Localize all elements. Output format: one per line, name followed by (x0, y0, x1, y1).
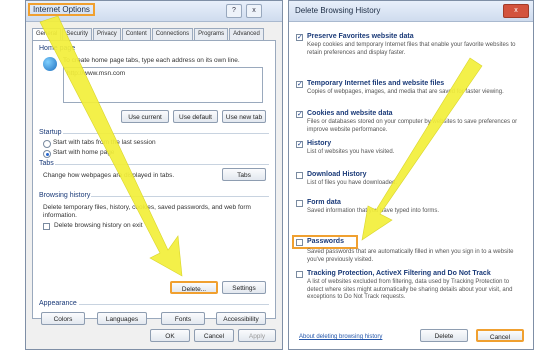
tabs-settings-button[interactable]: Tabs (222, 168, 266, 181)
tracking-protection-title: Tracking Protection, ActiveX Filtering a… (307, 270, 491, 277)
form-data-checkbox[interactable] (296, 200, 303, 207)
cancel-button[interactable]: Cancel (194, 329, 234, 342)
passwords-checkbox[interactable] (296, 239, 303, 246)
cookies-checkbox[interactable]: ✓ (296, 111, 303, 118)
download-history-desc: List of files you have downloaded. (307, 180, 398, 186)
tab-connections[interactable]: Connections (151, 28, 194, 40)
passwords-desc: Saved passwords that are automatically f… (307, 249, 514, 263)
internet-options-title: Internet Options (28, 3, 95, 16)
preserve-favorites-desc: Keep cookies and temporary Internet file… (307, 42, 516, 56)
browsing-history-text: Delete temporary files, history, cookies… (43, 204, 251, 219)
home-page-label: Home page (39, 45, 76, 52)
delete-history-title: Delete Browsing History (295, 6, 381, 15)
use-new-tab-button[interactable]: Use new tab (222, 110, 266, 123)
about-deleting-history-link[interactable]: About deleting browsing history (299, 334, 382, 340)
tracking-protection-desc: A list of websites excluded from filteri… (307, 279, 513, 300)
history-desc: List of websites you have visited. (307, 149, 395, 155)
home-page-hint: To create home page tabs, type each addr… (63, 57, 240, 64)
divider (79, 304, 269, 305)
history-settings-button[interactable]: Settings (222, 281, 266, 294)
globe-icon (43, 57, 57, 71)
internet-options-body: General Security Privacy Content Connect… (26, 22, 282, 349)
use-default-button[interactable]: Use default (173, 110, 218, 123)
delete-on-exit-label: Delete browsing history on exit (54, 222, 143, 229)
internet-options-titlebar: Internet Options ? x (26, 1, 282, 22)
cookies-desc: Files or databases stored on your comput… (307, 119, 518, 133)
close-button[interactable]: x (246, 4, 262, 18)
delete-history-titlebar: Delete Browsing History x (289, 1, 533, 22)
accessibility-button[interactable]: Accessibility (216, 312, 266, 325)
startup-home-page-radio[interactable] (43, 150, 51, 158)
ok-button[interactable]: OK (150, 329, 190, 342)
tab-strip: General Security Privacy Content Connect… (32, 28, 276, 41)
temp-files-checkbox[interactable]: ✓ (296, 81, 303, 88)
tab-programs[interactable]: Programs (194, 28, 229, 40)
startup-home-page-label: Start with home page (53, 149, 115, 156)
delete-button[interactable]: Delete... (170, 281, 218, 294)
apply-button[interactable]: Apply (238, 329, 276, 342)
passwords-title: Passwords (307, 238, 344, 245)
fonts-button[interactable]: Fonts (161, 312, 205, 325)
colors-button[interactable]: Colors (41, 312, 85, 325)
tab-advanced[interactable]: Advanced (229, 28, 264, 40)
history-checkbox[interactable]: ✓ (296, 141, 303, 148)
tracking-protection-checkbox[interactable] (296, 271, 303, 278)
delete-on-exit-checkbox[interactable] (43, 223, 50, 230)
preserve-favorites-checkbox[interactable]: ✓ (296, 34, 303, 41)
download-history-checkbox[interactable] (296, 172, 303, 179)
general-tab-panel: Home page To create home page tabs, type… (32, 40, 276, 325)
form-data-desc: Saved information that you have typed in… (307, 208, 440, 214)
tab-content[interactable]: Content (121, 28, 151, 40)
tab-security[interactable]: Security (62, 28, 93, 40)
cookies-title: Cookies and website data (307, 110, 393, 117)
delete-history-body: ✓ Preserve Favorites website data Keep c… (289, 22, 533, 349)
divider (55, 164, 269, 165)
languages-button[interactable]: Languages (97, 312, 147, 325)
use-current-button[interactable]: Use current (121, 110, 169, 123)
home-page-input[interactable]: http://www.msn.com (63, 67, 263, 103)
preserve-favorites-title: Preserve Favorites website data (307, 33, 414, 40)
startup-last-session-label: Start with tabs from the last session (53, 139, 156, 146)
dbh-close-button[interactable]: x (503, 4, 529, 18)
divider (63, 133, 269, 134)
history-title: History (307, 140, 332, 147)
form-data-title: Form data (307, 199, 341, 206)
tabs-section-text: Change how webpages are displayed in tab… (43, 172, 175, 179)
temp-files-title: Temporary Internet files and website fil… (307, 80, 445, 87)
home-page-url: http://www.msn.com (67, 70, 126, 77)
delete-browsing-history-window: Delete Browsing History x ✓ Preserve Fav… (288, 0, 534, 350)
internet-options-window: Internet Options ? x General Security Pr… (25, 0, 283, 350)
help-button[interactable]: ? (226, 4, 242, 18)
tab-privacy[interactable]: Privacy (93, 28, 121, 40)
startup-last-session-radio[interactable] (43, 140, 51, 148)
divider (91, 196, 269, 197)
dbh-delete-button[interactable]: Delete (420, 329, 468, 342)
temp-files-desc: Copies of webpages, images, and media th… (307, 89, 504, 95)
download-history-title: Download History (307, 171, 367, 178)
dbh-cancel-button[interactable]: Cancel (476, 329, 524, 342)
